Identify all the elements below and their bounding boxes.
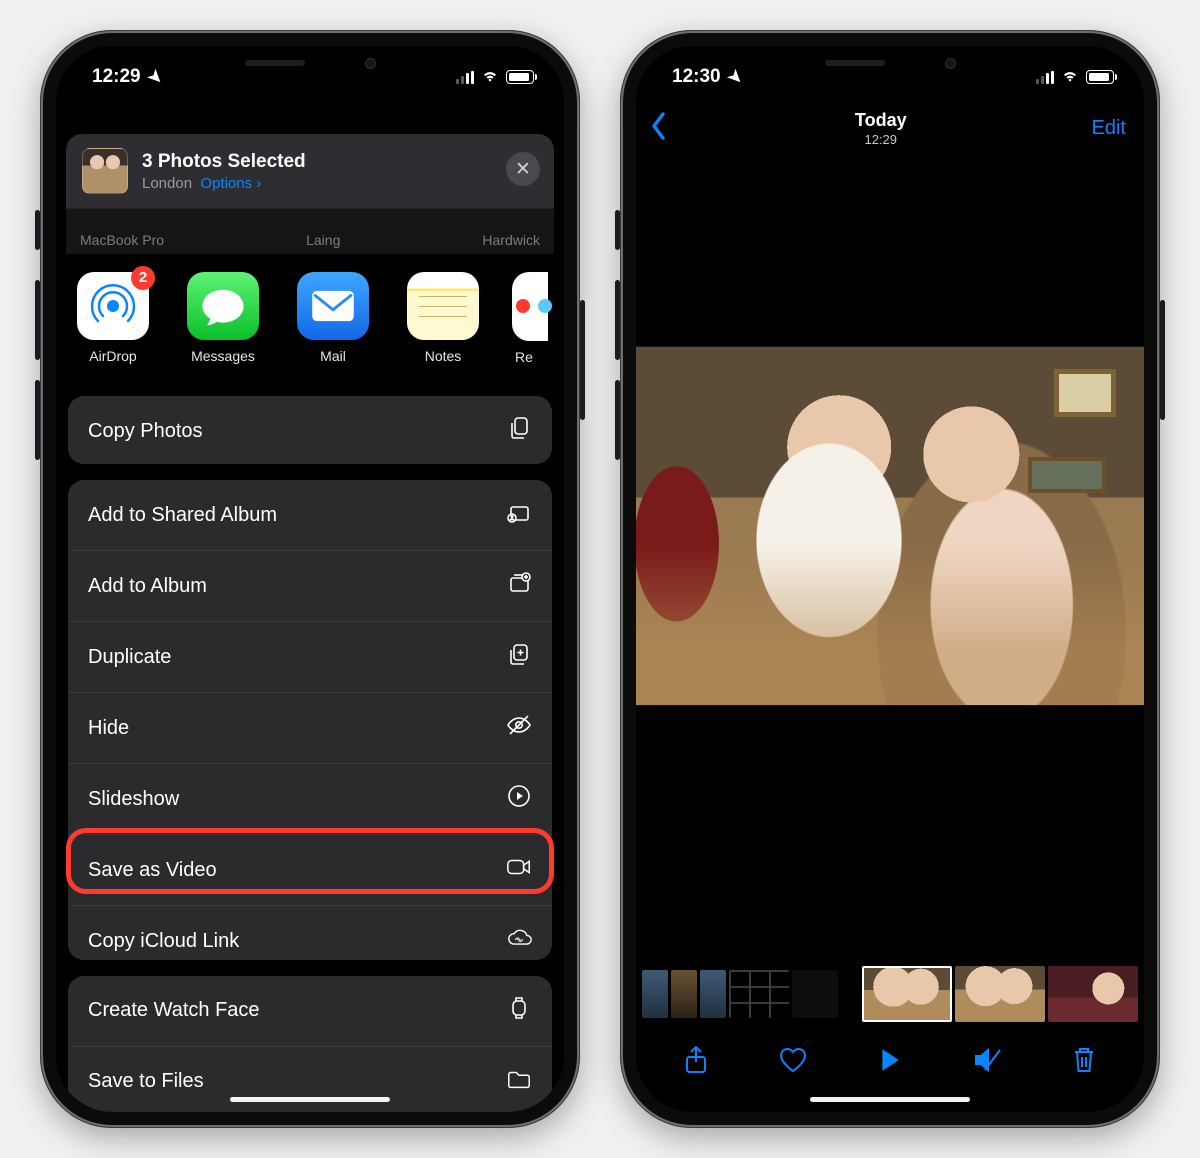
action-duplicate[interactable]: Duplicate	[68, 622, 552, 693]
watch-icon	[506, 995, 532, 1027]
battery-icon	[1086, 70, 1114, 84]
home-indicator[interactable]	[810, 1097, 970, 1102]
status-time: 12:30	[672, 66, 721, 88]
share-sheet-header: 3 Photos Selected London Options › ✕	[66, 134, 554, 209]
close-icon: ✕	[515, 158, 531, 181]
scrubber-thumb[interactable]	[1048, 966, 1138, 1022]
phone-right: 12:30 ➤ Today 12:29 Edit	[620, 30, 1160, 1128]
heart-icon	[778, 1045, 808, 1075]
scrubber-thumb[interactable]	[729, 970, 789, 1018]
airdrop-icon: 2	[77, 272, 149, 341]
share-sheet: 3 Photos Selected London Options › ✕ Mac…	[56, 134, 564, 1112]
share-app-mail[interactable]: Mail	[290, 272, 376, 365]
scrubber-thumb[interactable]	[642, 970, 668, 1018]
status-time: 12:29	[92, 66, 141, 88]
trash-icon	[1069, 1045, 1099, 1075]
thumbnail-scrubber[interactable]	[636, 966, 1144, 1022]
location-arrow-icon: ➤	[141, 63, 169, 91]
cellular-icon	[1036, 71, 1054, 84]
hide-icon	[506, 712, 532, 744]
share-app-airdrop[interactable]: 2 AirDrop	[70, 272, 156, 365]
back-button[interactable]	[648, 110, 670, 147]
messages-icon	[187, 272, 259, 341]
action-add-to-shared-album[interactable]: Add to Shared Album	[68, 480, 552, 551]
nav-title: Today	[855, 110, 907, 131]
action-save-to-files[interactable]: Save to Files	[68, 1047, 552, 1112]
options-button[interactable]: Options ›	[200, 175, 261, 192]
actions-group-2: Add to Shared Album Add to Album Duplica…	[68, 480, 552, 960]
photo-toolbar	[636, 1030, 1144, 1090]
action-create-watch-face[interactable]: Create Watch Face	[68, 976, 552, 1047]
airdrop-badge: 2	[131, 266, 155, 290]
nav-subtitle: 12:29	[855, 132, 907, 147]
play-icon	[878, 1048, 902, 1072]
copy-icon	[506, 415, 532, 447]
photo-viewport[interactable]	[636, 346, 1144, 706]
share-app-messages[interactable]: Messages	[180, 272, 266, 365]
shared-album-icon	[506, 499, 532, 531]
delete-button[interactable]	[1060, 1045, 1108, 1075]
play-button[interactable]	[866, 1048, 914, 1072]
mail-icon	[297, 272, 369, 341]
edit-button[interactable]: Edit	[1092, 117, 1126, 140]
mute-button[interactable]	[963, 1045, 1011, 1075]
selection-location: London	[142, 175, 192, 192]
wifi-icon	[481, 66, 499, 88]
wifi-icon	[1061, 66, 1079, 88]
selection-thumbnail	[82, 148, 128, 194]
actions-group-1: Copy Photos	[68, 396, 552, 464]
share-app-notes[interactable]: Notes	[400, 272, 486, 365]
play-circle-icon	[506, 783, 532, 815]
action-hide[interactable]: Hide	[68, 693, 552, 764]
speaker-muted-icon	[972, 1045, 1002, 1075]
action-save-as-video[interactable]: Save as Video	[68, 835, 552, 906]
selection-title: 3 Photos Selected	[142, 151, 306, 173]
folder-icon	[506, 1066, 532, 1098]
action-add-to-album[interactable]: Add to Album	[68, 551, 552, 622]
airdrop-targets-row[interactable]: MacBook Pro Laing Hardwick	[66, 209, 554, 254]
video-icon	[506, 854, 532, 886]
chevron-left-icon	[648, 110, 670, 142]
photo-nav-bar: Today 12:29 Edit	[636, 98, 1144, 158]
scrubber-thumb[interactable]	[700, 970, 726, 1018]
favorite-button[interactable]	[769, 1045, 817, 1075]
share-icon	[681, 1045, 711, 1075]
scrubber-thumb-current[interactable]	[862, 966, 952, 1022]
scrubber-thumb[interactable]	[955, 966, 1045, 1022]
share-button[interactable]	[672, 1045, 720, 1075]
notch	[775, 46, 1005, 80]
close-button[interactable]: ✕	[506, 152, 540, 186]
actions-group-3: Create Watch Face Save to Files	[68, 976, 552, 1112]
album-add-icon	[506, 570, 532, 602]
scrubber-thumb[interactable]	[792, 970, 838, 1018]
phone-left: 12:29 ➤ 3 Photos Selected	[40, 30, 580, 1128]
duplicate-icon	[506, 641, 532, 673]
action-copy-photos[interactable]: Copy Photos	[68, 396, 552, 464]
cellular-icon	[456, 71, 474, 84]
battery-icon	[506, 70, 534, 84]
share-apps-row[interactable]: 2 AirDrop Messages Mail	[56, 262, 564, 375]
reminders-icon	[512, 272, 548, 341]
notes-icon	[407, 272, 479, 341]
action-slideshow[interactable]: Slideshow	[68, 764, 552, 835]
photo-wall-frame	[1028, 457, 1106, 493]
scrubber-thumb[interactable]	[671, 970, 697, 1018]
cloud-link-icon	[506, 925, 532, 957]
share-app-reminders[interactable]: Re	[510, 272, 550, 365]
photo-wall-frame	[1054, 369, 1116, 417]
notch	[195, 46, 425, 80]
home-indicator[interactable]	[230, 1097, 390, 1102]
location-arrow-icon: ➤	[721, 63, 749, 91]
action-copy-icloud-link[interactable]: Copy iCloud Link	[68, 906, 552, 960]
